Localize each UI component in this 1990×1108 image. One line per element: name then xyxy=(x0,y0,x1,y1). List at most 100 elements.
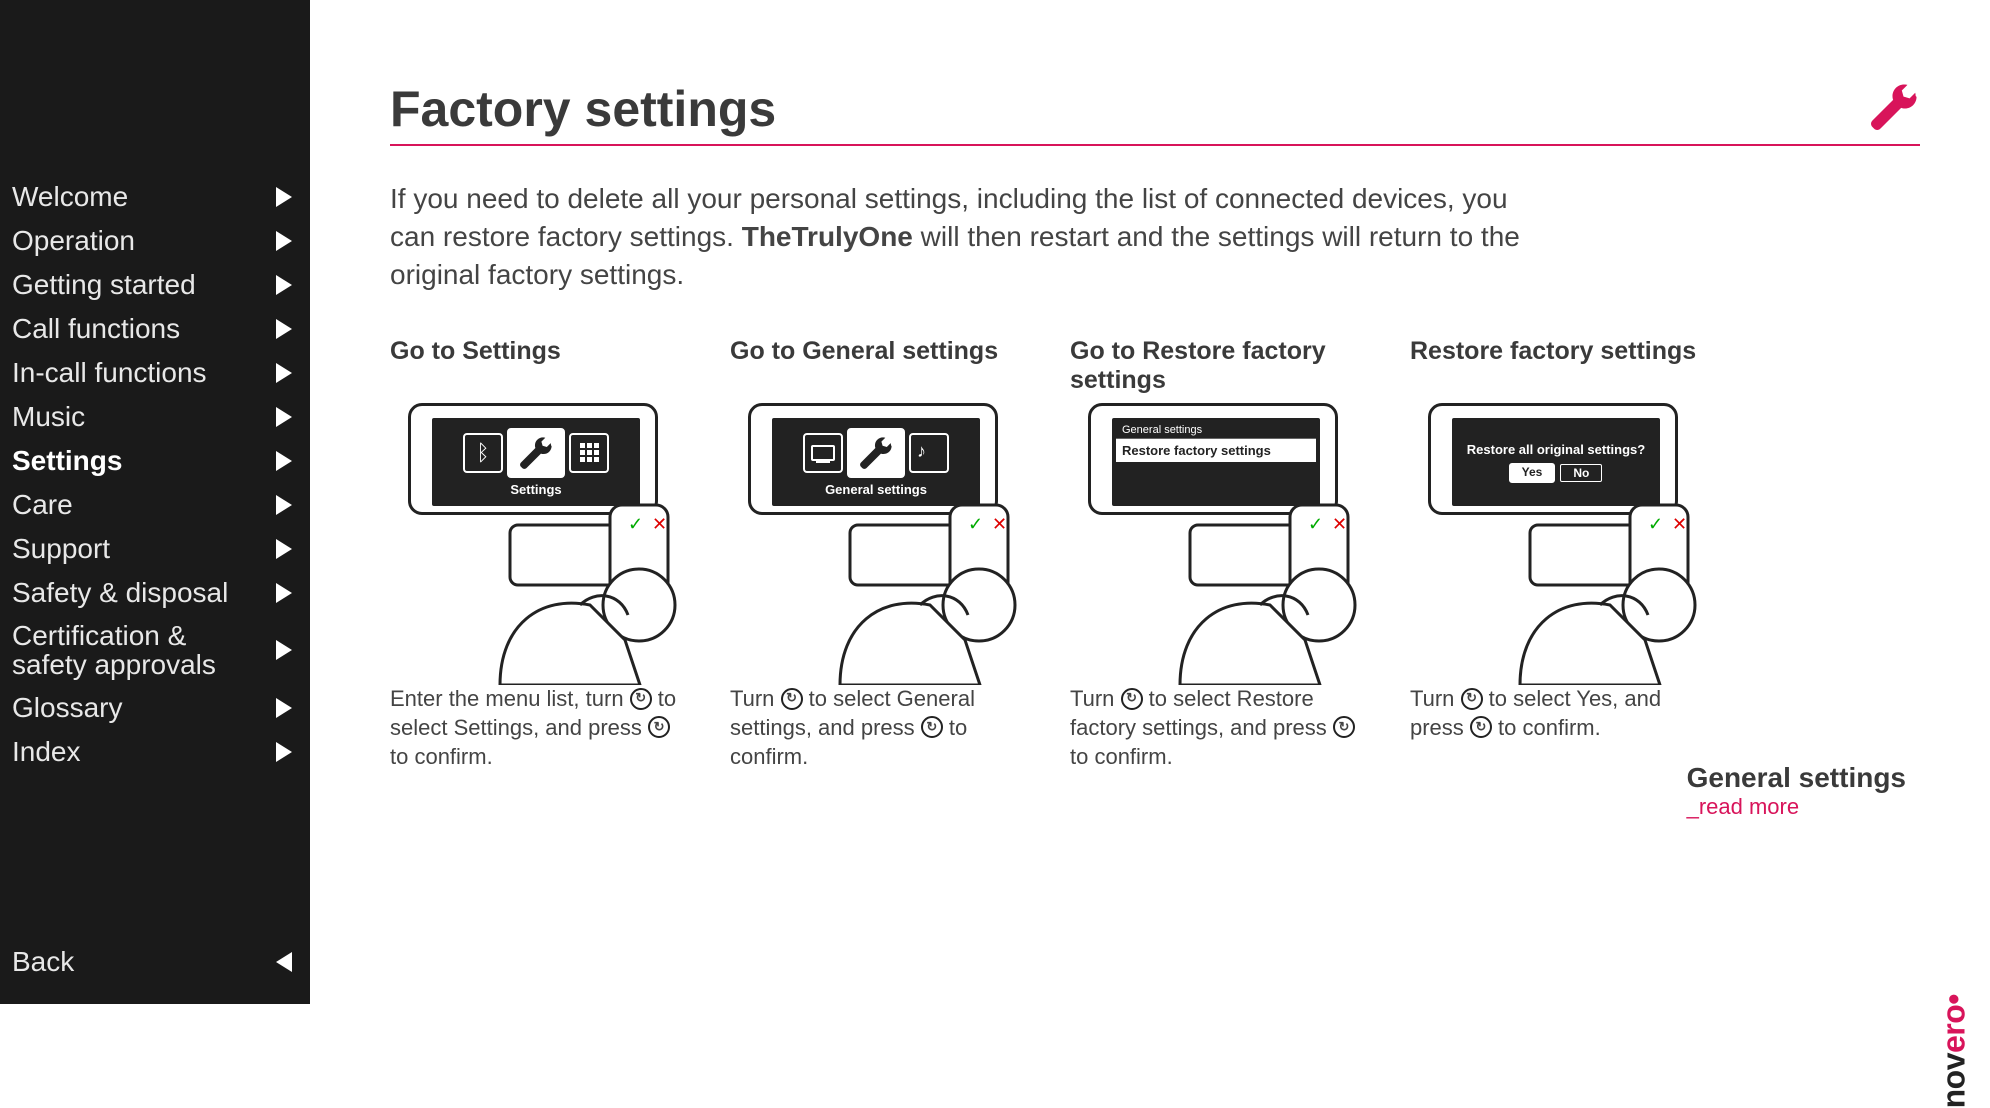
sidebar-item-settings[interactable]: Settings xyxy=(0,439,310,483)
step-2: Go to General settings General settings xyxy=(730,337,1034,771)
chevron-left-icon xyxy=(276,952,292,972)
device-illustration: Restore all original settings? Yes No xyxy=(1410,399,1710,679)
sidebar-item-label: In-call functions xyxy=(12,357,207,389)
jog-wheel-icon: ↻ xyxy=(1121,688,1143,710)
step-3: Go to Restore factory settings General s… xyxy=(1070,337,1374,771)
chevron-right-icon xyxy=(276,539,292,559)
brand-part-b: ero xyxy=(1935,1005,1971,1053)
main-content: Factory settings If you need to delete a… xyxy=(310,0,1990,1004)
sidebar-item-safety-disposal[interactable]: Safety & disposal xyxy=(0,571,310,615)
wrench-icon xyxy=(1868,81,1920,138)
device-illustration: General settings ✓ ✕ xyxy=(730,399,1030,679)
sidebar-item-music[interactable]: Music xyxy=(0,395,310,439)
svg-text:✕: ✕ xyxy=(992,514,1007,534)
jog-wheel-icon: ↻ xyxy=(781,688,803,710)
settings-wrench-icon xyxy=(507,428,565,478)
chevron-right-icon xyxy=(276,319,292,339)
sidebar-item-operation[interactable]: Operation xyxy=(0,219,310,263)
svg-text:✕: ✕ xyxy=(1332,514,1347,534)
display-icon xyxy=(803,433,843,473)
sidebar-item-label: Settings xyxy=(12,445,122,477)
chevron-right-icon xyxy=(276,640,292,660)
grid-icon xyxy=(569,433,609,473)
desc-text: Turn xyxy=(1410,686,1461,711)
step-title: Restore factory settings xyxy=(1410,337,1714,399)
sidebar-item-label: Index xyxy=(12,736,81,768)
sidebar: Welcome Operation Getting started Call f… xyxy=(0,0,310,1004)
svg-text:✓: ✓ xyxy=(968,514,983,534)
desc-text: Turn xyxy=(1070,686,1121,711)
chevron-right-icon xyxy=(276,495,292,515)
step-title: Go to Settings xyxy=(390,337,694,399)
sidebar-item-label: Certification & safety approvals xyxy=(12,621,242,680)
menu-header: General settings xyxy=(1116,422,1316,439)
hand-illustration: ✓ ✕ xyxy=(1500,475,1720,685)
jog-wheel-icon: ↻ xyxy=(630,688,652,710)
jog-wheel-icon: ↻ xyxy=(1461,688,1483,710)
sidebar-item-label: Safety & disposal xyxy=(12,577,228,609)
jog-press-icon: ↻ xyxy=(1333,716,1355,738)
device-illustration: General settings Restore factory setting… xyxy=(1070,399,1370,679)
device-illustration: ᛒ Settings ✓ xyxy=(390,399,690,679)
sidebar-item-glossary[interactable]: Glossary xyxy=(0,686,310,730)
chevron-right-icon xyxy=(276,231,292,251)
menu-item-selected: Restore factory settings xyxy=(1116,439,1316,462)
title-row: Factory settings xyxy=(390,80,1920,146)
svg-text:✕: ✕ xyxy=(652,514,667,534)
chevron-right-icon xyxy=(276,407,292,427)
sidebar-item-welcome[interactable]: Welcome xyxy=(0,175,310,219)
intro-paragraph: If you need to delete all your personal … xyxy=(390,180,1540,293)
steps-row: Go to Settings ᛒ Settings xyxy=(390,337,1920,771)
chevron-right-icon xyxy=(276,451,292,471)
svg-text:✓: ✓ xyxy=(628,514,643,534)
sidebar-item-label: Call functions xyxy=(12,313,180,345)
sidebar-item-label: Getting started xyxy=(12,269,196,301)
step-title: Go to General settings xyxy=(730,337,1034,399)
read-more-link[interactable]: _read more xyxy=(1687,794,1800,819)
general-wrench-icon xyxy=(847,428,905,478)
step-title: Go to Restore factory settings xyxy=(1070,337,1374,399)
svg-text:✕: ✕ xyxy=(1672,514,1687,534)
chevron-right-icon xyxy=(276,698,292,718)
sidebar-item-label: Welcome xyxy=(12,181,128,213)
step-description: Turn ↻ to select Yes, and press ↻ to con… xyxy=(1410,685,1714,742)
sidebar-item-label: Support xyxy=(12,533,110,565)
intro-product-name: TheTrulyOne xyxy=(742,221,913,252)
sidebar-item-label: Glossary xyxy=(12,692,122,724)
sidebar-item-care[interactable]: Care xyxy=(0,483,310,527)
sidebar-item-call-functions[interactable]: Call functions xyxy=(0,307,310,351)
step-description: Turn ↻ to select General settings, and p… xyxy=(730,685,1034,771)
back-button[interactable]: Back xyxy=(0,940,310,984)
menu-list: General settings Restore factory setting… xyxy=(1116,422,1316,462)
sidebar-item-in-call-functions[interactable]: In-call functions xyxy=(0,351,310,395)
sidebar-item-certification[interactable]: Certification & safety approvals xyxy=(0,615,310,686)
chevron-right-icon xyxy=(276,275,292,295)
svg-text:✓: ✓ xyxy=(1648,514,1663,534)
sidebar-item-getting-started[interactable]: Getting started xyxy=(0,263,310,307)
step-description: Turn ↻ to select Restore factory setting… xyxy=(1070,685,1374,771)
related-link-block: General settings _read more xyxy=(1687,762,1906,820)
desc-text: to confirm. xyxy=(390,744,493,769)
menu-icon-row xyxy=(803,428,949,478)
sidebar-item-support[interactable]: Support xyxy=(0,527,310,571)
hand-illustration: ✓ ✕ xyxy=(480,475,700,685)
chevron-right-icon xyxy=(276,583,292,603)
confirm-question: Restore all original settings? xyxy=(1456,443,1656,457)
svg-text:✓: ✓ xyxy=(1308,514,1323,534)
page-title: Factory settings xyxy=(390,80,776,138)
step-4: Restore factory settings Restore all ori… xyxy=(1410,337,1714,771)
menu-icon-row: ᛒ xyxy=(463,428,609,478)
jog-press-icon: ↻ xyxy=(921,716,943,738)
bluetooth-icon: ᛒ xyxy=(463,433,503,473)
sidebar-item-index[interactable]: Index xyxy=(0,730,310,774)
brand-logo: novero• xyxy=(1935,994,1972,1108)
sidebar-item-label: Operation xyxy=(12,225,135,257)
chevron-right-icon xyxy=(276,363,292,383)
sidebar-item-label: Care xyxy=(12,489,73,521)
step-description: Enter the menu list, turn ↻ to select Se… xyxy=(390,685,694,771)
desc-text: Enter the menu list, turn xyxy=(390,686,630,711)
step-1: Go to Settings ᛒ Settings xyxy=(390,337,694,771)
related-title: General settings xyxy=(1687,762,1906,794)
desc-text: to confirm. xyxy=(1070,744,1173,769)
music-note-icon xyxy=(909,433,949,473)
